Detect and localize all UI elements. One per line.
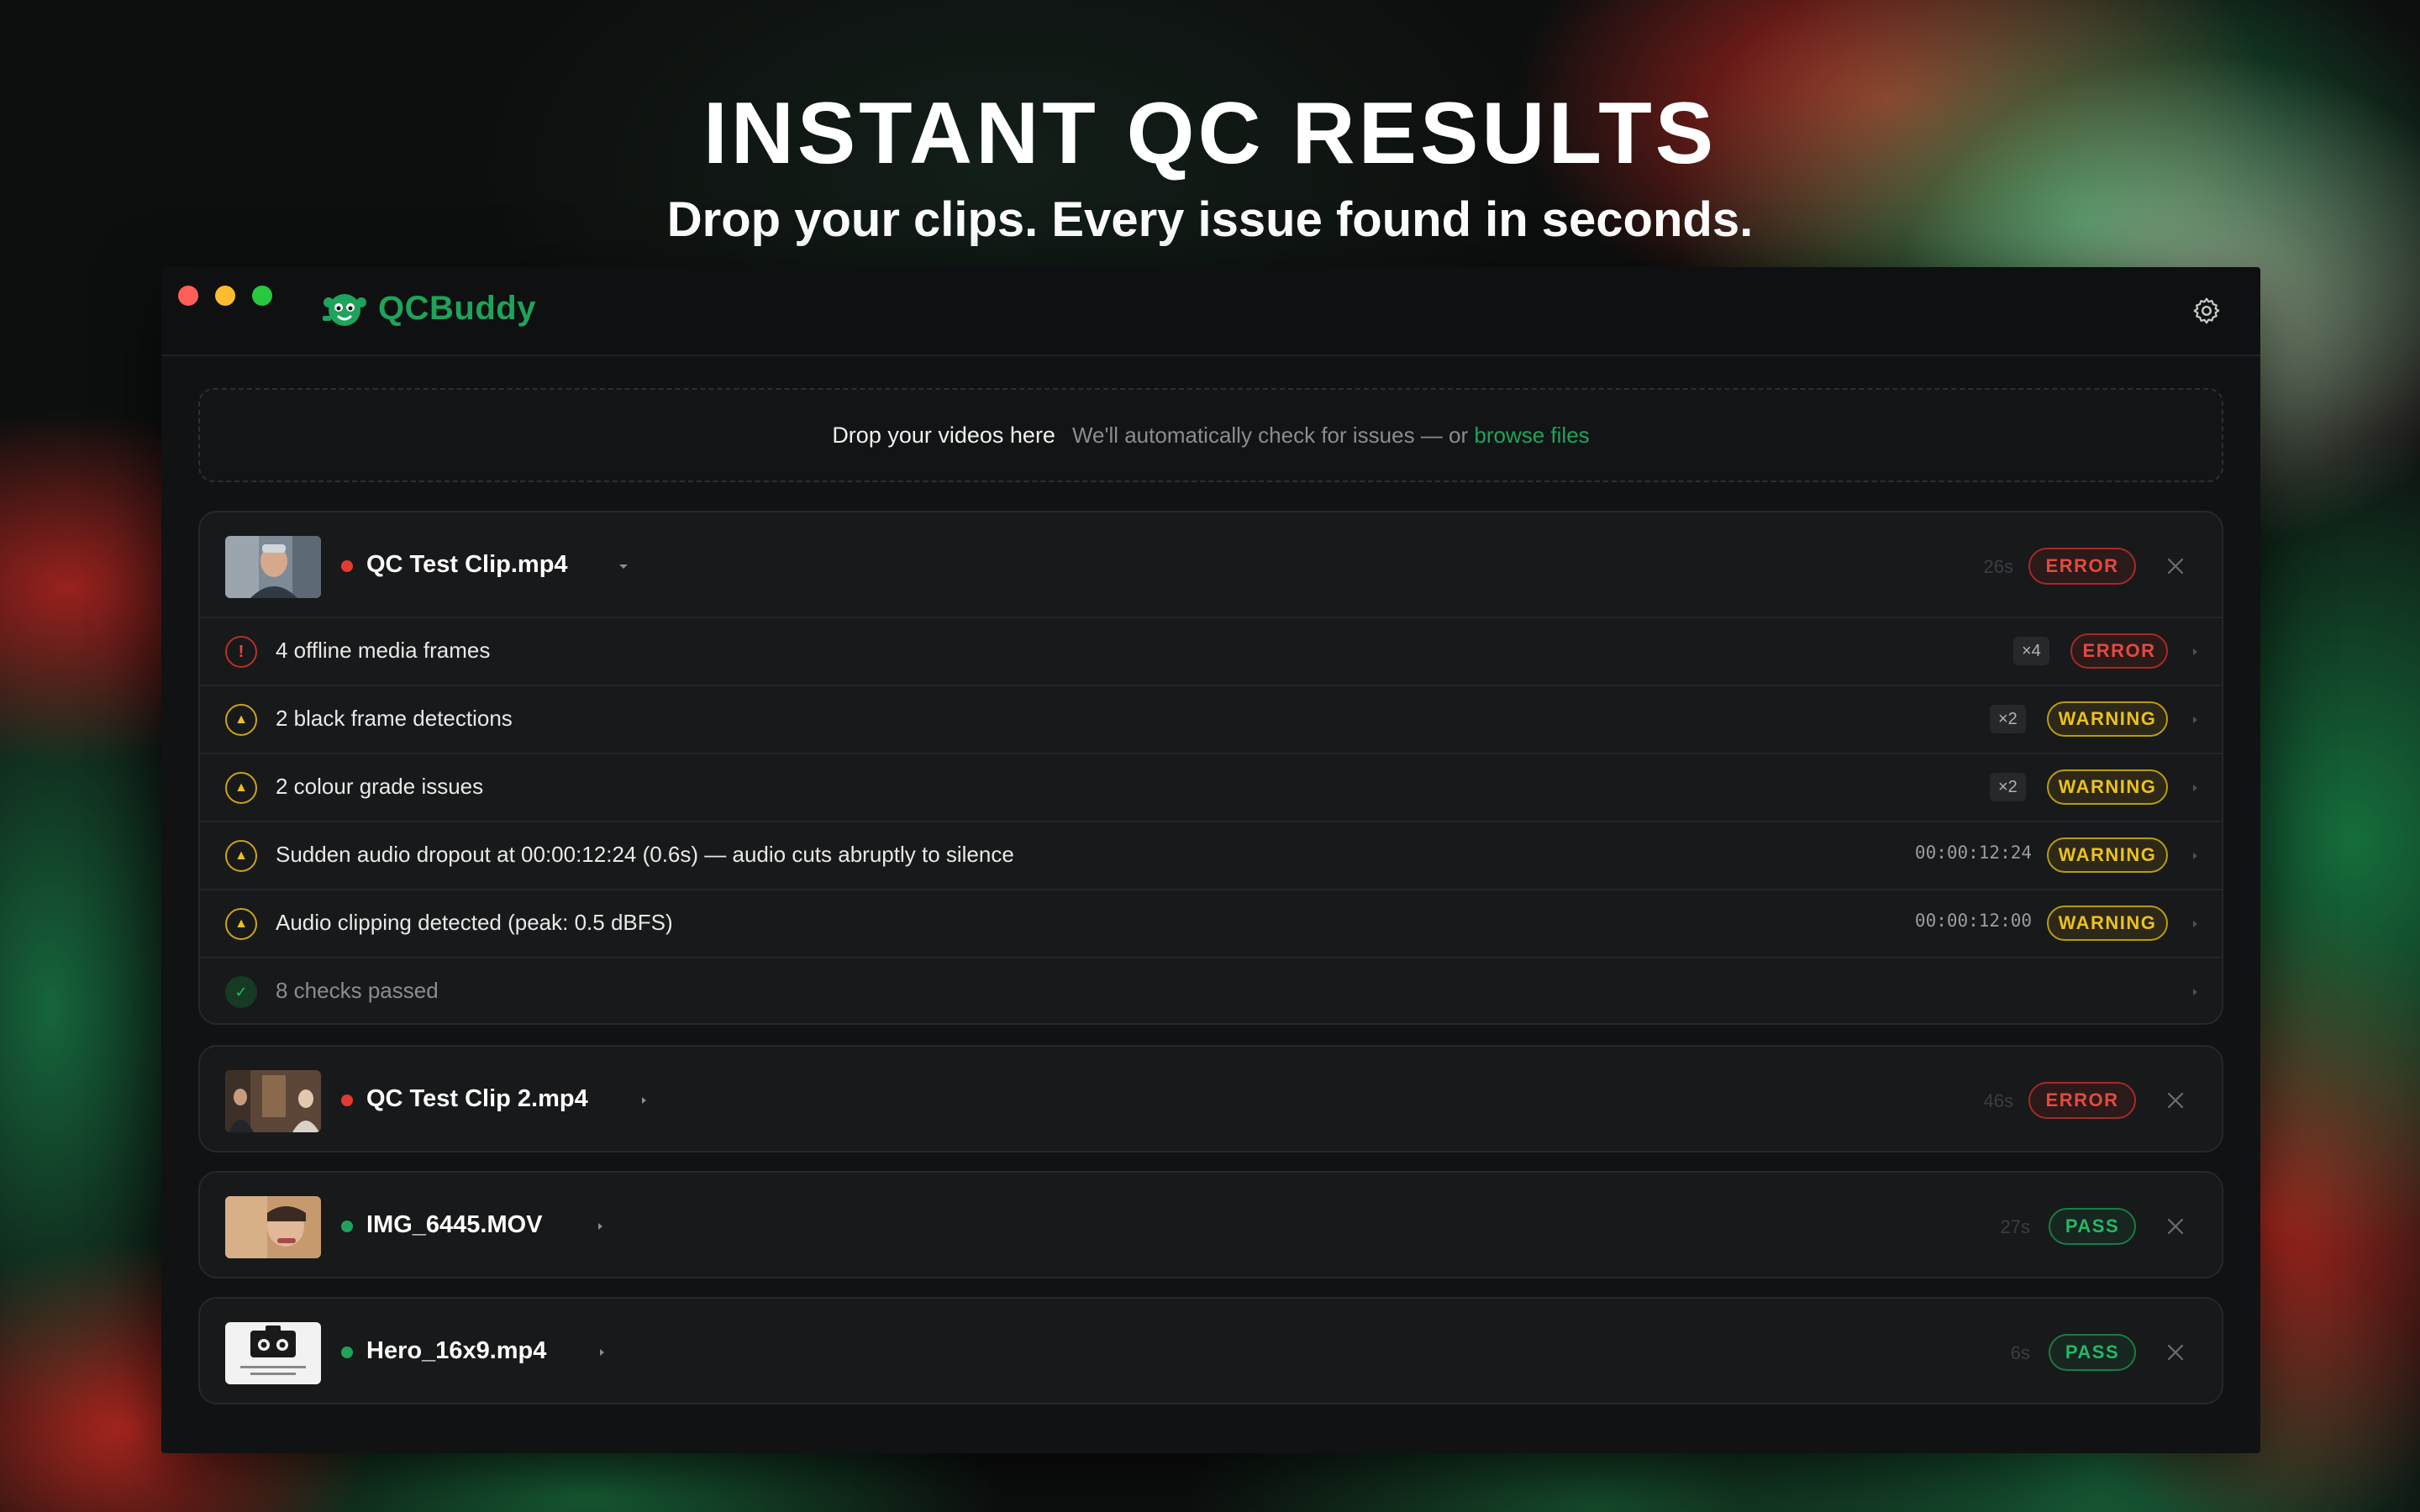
clip-header[interactable]: Hero_16x9.mp4 6s PASS [200,1299,2222,1403]
issue-row[interactable]: ▲ 2 black frame detections ×2 WARNING [200,685,2222,753]
warning-icon: ▲ [225,704,257,736]
close-icon[interactable] [2165,1089,2186,1111]
app-window: QCBuddy Drop your videos here We'll auto… [161,267,2260,1453]
issue-timecode[interactable]: 00:00:12:24 [1897,843,2032,863]
warning-icon: ▲ [225,772,257,804]
chevron-right-icon[interactable] [2190,713,2200,727]
chevron-down-icon[interactable] [617,559,630,573]
clip-header[interactable]: QC Test Clip.mp4 26s ERROR [200,512,2222,617]
issue-text: Sudden audio dropout at 00:00:12:24 (0.6… [276,842,1014,867]
drop-zone[interactable]: Drop your videos here We'll automaticall… [198,388,2223,482]
chevron-right-icon[interactable] [2190,849,2200,863]
chevron-right-icon[interactable] [2190,985,2200,999]
issue-count: ×2 [1990,773,2026,801]
issue-badge: WARNING [2047,701,2168,737]
chevron-right-icon[interactable] [595,1346,608,1359]
clip-card: IMG_6445.MOV 27s PASS [198,1171,2223,1278]
issue-text: 8 checks passed [276,978,439,1003]
app-brand: QCBuddy [319,286,536,331]
check-duration: 6s [2010,1342,2030,1363]
check-icon: ✓ [225,976,257,1008]
chevron-right-icon[interactable] [2190,917,2200,931]
qcbuddy-logo-icon [323,294,366,326]
drop-zone-title: Drop your videos here [832,422,1055,448]
check-duration: 46s [1983,1090,2013,1111]
status-badge: PASS [2049,1208,2136,1245]
drop-zone-hint-text: We'll automatically check for issues — o… [1071,422,1469,448]
clip-thumbnail [225,1196,321,1258]
issue-text: 2 black frame detections [276,706,513,731]
clip-name: IMG_6445.MOV [366,1211,543,1238]
chevron-right-icon[interactable] [637,1094,650,1107]
app-name: QCBuddy [378,289,536,327]
issue-row-passed[interactable]: ✓ 8 checks passed [200,957,2222,1023]
close-icon[interactable] [2165,1215,2186,1237]
clip-name: QC Test Clip 2.mp4 [366,1085,588,1112]
clip-card: QC Test Clip.mp4 26s ERROR ! 4 offline m… [198,511,2223,1025]
issue-text: 4 offline media frames [276,638,491,663]
issue-row[interactable]: ! 4 offline media frames ×4 ERROR [200,617,2222,685]
issue-badge: WARNING [2047,837,2168,873]
error-icon: ! [225,636,257,668]
browse-files-link[interactable]: browse files [1474,423,1589,448]
clip-name: QC Test Clip.mp4 [366,551,568,578]
issue-count: ×2 [1990,705,2026,733]
close-icon[interactable] [2165,555,2186,577]
warning-icon: ▲ [225,908,257,940]
clip-thumbnail [225,1070,321,1132]
issue-text: Audio clipping detected (peak: 0.5 dBFS) [276,910,673,935]
clip-thumbnail [225,1322,321,1384]
gear-icon[interactable] [2191,296,2222,326]
close-window-button[interactable] [178,286,198,306]
issue-badge: WARNING [2047,769,2168,805]
issue-badge: WARNING [2047,906,2168,941]
clip-card: Hero_16x9.mp4 6s PASS [198,1297,2223,1404]
title-bar: QCBuddy [161,267,2260,356]
status-badge: PASS [2049,1334,2136,1371]
zoom-window-button[interactable] [252,286,272,306]
clip-header[interactable]: QC Test Clip 2.mp4 46s ERROR [200,1047,2222,1151]
status-badge: ERROR [2028,1082,2136,1119]
issue-row[interactable]: ▲ Sudden audio dropout at 00:00:12:24 (0… [200,821,2222,889]
window-controls [178,286,272,306]
chevron-right-icon[interactable] [2190,781,2200,795]
issue-badge: ERROR [2070,633,2168,669]
status-badge: ERROR [2028,548,2136,585]
issue-count: ×4 [2013,637,2049,665]
clip-thumbnail [225,536,321,598]
status-dot [341,1347,353,1358]
issue-timecode[interactable]: 00:00:12:00 [1897,911,2032,931]
drop-zone-hint: We'll automatically check for issues — o… [1072,423,1590,449]
issue-row[interactable]: ▲ Audio clipping detected (peak: 0.5 dBF… [200,889,2222,957]
clip-name: Hero_16x9.mp4 [366,1337,547,1364]
clip-card: QC Test Clip 2.mp4 46s ERROR [198,1045,2223,1152]
check-duration: 27s [2000,1216,2030,1237]
clip-header[interactable]: IMG_6445.MOV 27s PASS [200,1173,2222,1277]
issue-row[interactable]: ▲ 2 colour grade issues ×2 WARNING [200,753,2222,821]
status-dot [341,1221,353,1232]
chevron-right-icon[interactable] [2190,645,2200,659]
check-duration: 26s [1983,556,2013,577]
status-dot [341,1095,353,1106]
hero-title: INSTANT QC RESULTS [702,85,1718,182]
status-dot [341,560,353,572]
issue-text: 2 colour grade issues [276,774,484,799]
chevron-right-icon[interactable] [593,1220,607,1233]
warning-icon: ▲ [225,840,257,872]
close-icon[interactable] [2165,1341,2186,1363]
minimize-window-button[interactable] [215,286,235,306]
hero-subtitle: Drop your clips. Every issue found in se… [666,192,1754,247]
